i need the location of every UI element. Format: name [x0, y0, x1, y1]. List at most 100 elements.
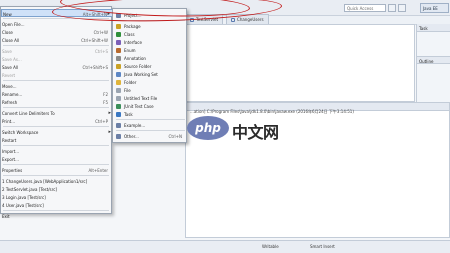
php-logo-icon: php: [187, 116, 229, 140]
menu-item-label: Rename...: [2, 92, 23, 97]
outline-header[interactable]: Outline: [417, 56, 450, 64]
menu-item-label: Enum: [124, 48, 136, 53]
menu-item-label: 3 Login.java [Test/src]: [2, 195, 46, 200]
menu-item-label: Task: [124, 112, 133, 117]
new-submenu-item[interactable]: Example...: [113, 121, 188, 129]
menu-item-shortcut: Alt+Enter: [88, 168, 108, 173]
new-item-icon: [116, 72, 121, 77]
new-submenu-item[interactable]: Enum: [113, 46, 188, 54]
open-perspective-icon[interactable]: [388, 4, 396, 12]
file-menu-item[interactable]: Convert Line Delimiters To ▸: [1, 109, 113, 117]
file-menu-item[interactable]: Properties Alt+Enter: [1, 166, 113, 174]
editor-area[interactable]: [185, 24, 415, 102]
side-panel: Task Outline: [416, 24, 450, 102]
menu-item-label: Move...: [2, 84, 17, 89]
new-submenu-item[interactable]: File: [113, 86, 188, 94]
menu-separator: [3, 45, 109, 46]
new-item-icon: [116, 96, 121, 101]
menu-item-label: Annotation: [124, 56, 146, 61]
new-submenu-item[interactable]: Task: [113, 110, 188, 118]
new-submenu-item[interactable]: Source Folder: [113, 62, 188, 70]
file-menu: New Alt+Shift+N ▸ Open File... Close Ctrl+W Cl…: [0, 6, 113, 219]
menu-item-shortcut: F5: [103, 100, 108, 105]
file-menu-item[interactable]: 2 TestServlet.java [Test/src]: [1, 185, 113, 193]
file-menu-item[interactable]: Close Ctrl+W: [1, 28, 113, 36]
tab-label: ChangeUsers: [237, 17, 264, 22]
menu-item-label: Package: [124, 24, 141, 29]
new-submenu: Project... Package Class Interface Enum Annot…: [112, 8, 187, 143]
menu-item-shortcut: Ctrl+N: [168, 134, 182, 139]
menu-item-label: New: [3, 12, 12, 17]
menu-item-label: Example...: [124, 123, 146, 128]
perspective-java-ee-button[interactable]: Java EE: [420, 3, 449, 13]
menu-separator: [3, 175, 109, 176]
menu-separator: [116, 119, 185, 120]
new-submenu-item[interactable]: Class: [113, 30, 188, 38]
menu-item-label: Convert Line Delimiters To: [2, 111, 55, 116]
menu-item-label: Java Working Set: [124, 72, 158, 77]
file-menu-item[interactable]: Save Ctrl+S: [1, 47, 113, 55]
new-item-icon: [116, 123, 121, 128]
menu-item-label: Source Folder: [124, 64, 152, 69]
quick-access-input[interactable]: Quick Access: [344, 4, 386, 12]
file-menu-item[interactable]: Save All Ctrl+Shift+S: [1, 63, 113, 71]
menu-item-label: Save As...: [2, 57, 22, 62]
menu-item-label: JUnit Test Case: [124, 104, 154, 109]
file-menu-item[interactable]: Exit: [1, 212, 113, 220]
file-menu-item[interactable]: Save As...: [1, 55, 113, 63]
menu-item-label: Interface: [124, 40, 142, 45]
file-menu-item[interactable]: 3 Login.java [Test/src]: [1, 193, 113, 201]
menu-item-label: Exit: [2, 214, 10, 219]
file-menu-item[interactable]: Switch Workspace ▸: [1, 128, 113, 136]
file-menu-item[interactable]: Print... Ctrl+P: [1, 117, 113, 125]
menu-item-label: Print...: [2, 119, 16, 124]
file-menu-item[interactable]: Move...: [1, 82, 113, 90]
new-item-icon: [116, 88, 121, 93]
file-menu-item[interactable]: Refresh F5: [1, 98, 113, 106]
menu-item-label: Export...: [2, 157, 19, 162]
submenu-arrow-icon: ▸: [108, 129, 111, 135]
new-submenu-item[interactable]: Annotation: [113, 54, 188, 62]
java-file-icon: [231, 17, 236, 22]
menu-item-label: Close All: [2, 38, 20, 43]
menu-item-shortcut: Ctrl+S: [94, 49, 108, 54]
new-item-icon: [116, 64, 121, 69]
new-submenu-item[interactable]: Untitled Text File: [113, 94, 188, 102]
menu-item-label: Import...: [2, 149, 20, 154]
menu-separator: [3, 80, 109, 81]
menu-item-label: Save: [2, 49, 12, 54]
file-menu-item[interactable]: Restart: [1, 136, 113, 144]
file-menu-item[interactable]: Export...: [1, 155, 113, 163]
menu-item-label: Properties: [2, 168, 23, 173]
new-submenu-item[interactable]: Other... Ctrl+N: [113, 132, 188, 140]
menu-item-shortcut: Ctrl+W: [93, 30, 108, 35]
new-item-icon: [116, 80, 121, 85]
file-menu-item[interactable]: Import...: [1, 147, 113, 155]
file-menu-item[interactable]: Close All Ctrl+Shift+W: [1, 36, 113, 44]
new-submenu-item[interactable]: Package: [113, 22, 188, 30]
menu-item-label: Class: [124, 32, 135, 37]
new-item-icon: [116, 104, 121, 109]
submenu-arrow-icon: ▸: [108, 110, 111, 116]
menu-item-label: Open File...: [2, 22, 25, 27]
menu-separator: [3, 210, 109, 211]
new-submenu-item[interactable]: JUnit Test Case: [113, 102, 188, 110]
menu-separator: [3, 126, 109, 127]
file-menu-item[interactable]: Open File...: [1, 20, 113, 28]
new-submenu-item[interactable]: Java Working Set: [113, 70, 188, 78]
menu-item-shortcut: F2: [103, 92, 108, 97]
file-menu-item[interactable]: Rename... F2: [1, 90, 113, 98]
file-menu-item[interactable]: Revert: [1, 71, 113, 79]
menu-item-shortcut: Ctrl+Shift+S: [82, 65, 108, 70]
menu-item-label: File: [124, 88, 131, 93]
status-writable: Writable: [262, 244, 279, 249]
menu-item-label: 4 User.java [Test/src]: [2, 203, 44, 208]
task-list-header[interactable]: Task: [417, 24, 450, 32]
new-submenu-item[interactable]: Folder: [113, 78, 188, 86]
menu-separator: [3, 164, 109, 165]
perspective-icon[interactable]: [398, 4, 406, 12]
file-menu-item[interactable]: 1 ChangeUsers.java [WebApplication1/src]: [1, 177, 113, 185]
menu-separator: [116, 130, 185, 131]
new-submenu-item[interactable]: Interface: [113, 38, 188, 46]
file-menu-item[interactable]: 4 User.java [Test/src]: [1, 201, 113, 209]
